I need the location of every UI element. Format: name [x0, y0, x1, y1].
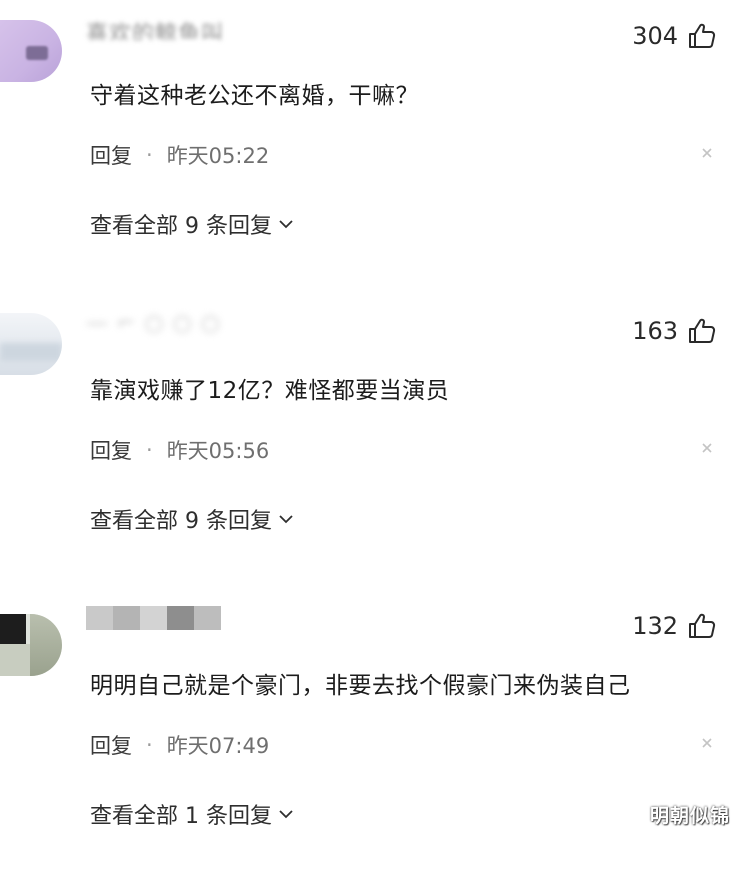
like-count: 163 [632, 317, 678, 345]
comment-meta: 回复 · 昨天05:56 [90, 435, 269, 465]
reply-button[interactable]: 回复 [90, 140, 132, 170]
watermark: 明朝似锦 [649, 805, 730, 827]
view-all-replies-button[interactable]: 查看全部 9 条回复 [90, 503, 294, 535]
thumbs-up-icon [689, 23, 716, 48]
separator: · [146, 438, 153, 462]
comment-text: 明明自己就是个豪门，非要去找个假豪门来伪装自己 [90, 673, 631, 699]
close-icon[interactable] [700, 441, 714, 455]
username[interactable]: 喜欢的鲸鱼叫 [86, 16, 256, 40]
reply-button[interactable]: 回复 [90, 435, 132, 465]
chevron-down-icon [279, 220, 293, 229]
view-all-label: 查看全部 9 条回复 [90, 509, 272, 534]
avatar[interactable] [0, 20, 62, 82]
view-all-label: 查看全部 1 条回复 [90, 804, 272, 829]
timestamp: 昨天07:49 [166, 734, 270, 758]
reply-button[interactable]: 回复 [90, 730, 132, 760]
close-icon[interactable] [700, 146, 714, 160]
comment-2: — ⌐ ○ ○ ○ 163 靠演戏赚了12亿？难怪都要当演员 回复 · 昨天05… [0, 295, 742, 590]
thumbs-up-icon [689, 613, 716, 638]
comment-meta: 回复 · 昨天05:22 [90, 140, 269, 170]
view-all-label: 查看全部 9 条回复 [90, 214, 272, 239]
comment-text: 靠演戏赚了12亿？难怪都要当演员 [90, 378, 450, 404]
comment-meta: 回复 · 昨天07:49 [90, 730, 269, 760]
like-button[interactable]: 304 [632, 22, 716, 50]
username-text: 喜欢的鲸鱼叫 [86, 22, 225, 40]
thumbs-up-icon [689, 318, 716, 343]
like-count: 304 [632, 22, 678, 50]
view-all-replies-button[interactable]: 查看全部 1 条回复 [90, 798, 294, 830]
close-icon[interactable] [700, 736, 714, 750]
username-text: — ⌐ ○ ○ ○ [86, 311, 221, 335]
comment-text: 守着这种老公还不离婚，干嘛？ [90, 83, 419, 109]
avatar[interactable] [0, 313, 62, 375]
chevron-down-icon [279, 515, 293, 524]
chevron-down-icon [279, 810, 293, 819]
comment-3: 132 明明自己就是个豪门，非要去找个假豪门来伪装自己 回复 · 昨天07:49… [0, 590, 742, 885]
separator: · [146, 733, 153, 757]
like-button[interactable]: 132 [632, 612, 716, 640]
username[interactable] [86, 606, 226, 630]
timestamp: 昨天05:22 [166, 144, 270, 168]
view-all-replies-button[interactable]: 查看全部 9 条回复 [90, 208, 294, 240]
timestamp: 昨天05:56 [166, 439, 270, 463]
username[interactable]: — ⌐ ○ ○ ○ [86, 311, 256, 335]
like-count: 132 [632, 612, 678, 640]
comment-1: 喜欢的鲸鱼叫 304 守着这种老公还不离婚，干嘛？ 回复 · 昨天05:22 查… [0, 0, 742, 295]
like-button[interactable]: 163 [632, 317, 716, 345]
avatar[interactable] [0, 614, 62, 676]
separator: · [146, 143, 153, 167]
username-pixelated [86, 606, 226, 630]
